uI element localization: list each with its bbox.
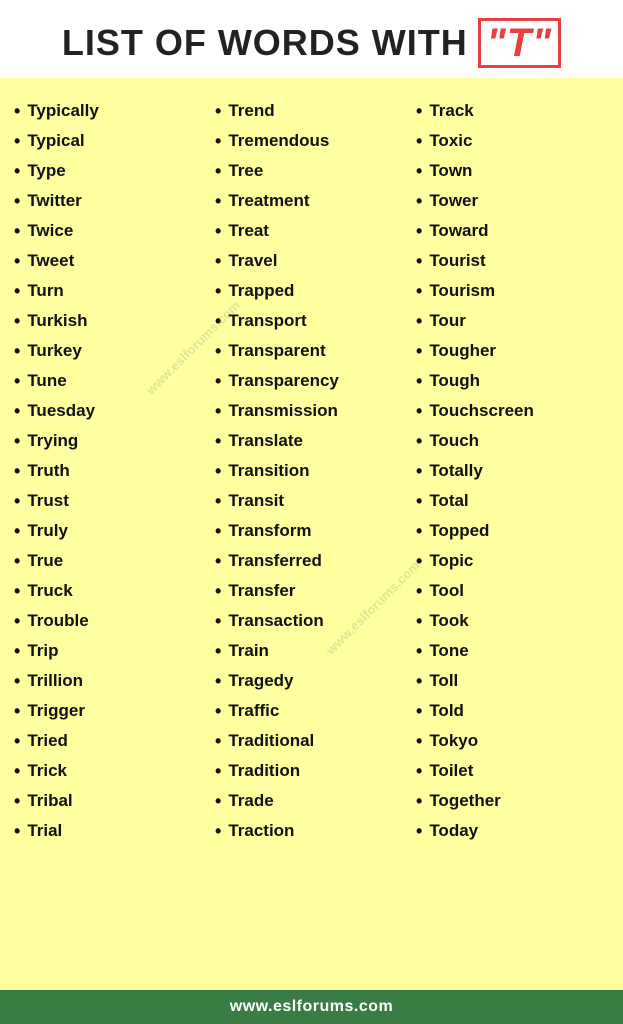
list-item: Trick: [14, 756, 207, 786]
list-item: Toward: [416, 216, 609, 246]
list-item: Track: [416, 96, 609, 126]
list-item: Twitter: [14, 186, 207, 216]
list-item: Tried: [14, 726, 207, 756]
list-item: Trying: [14, 426, 207, 456]
list-item: Touch: [416, 426, 609, 456]
list-item: Translate: [215, 426, 408, 456]
list-item: Tremendous: [215, 126, 408, 156]
word-columns: TypicallyTypicalTypeTwitterTwiceTweetTur…: [10, 96, 613, 846]
list-item: Totally: [416, 456, 609, 486]
list-item: Tone: [416, 636, 609, 666]
list-item: Tour: [416, 306, 609, 336]
list-item: Typical: [14, 126, 207, 156]
list-item: Toxic: [416, 126, 609, 156]
list-item: Traction: [215, 816, 408, 846]
list-item: Transition: [215, 456, 408, 486]
list-item: Toilet: [416, 756, 609, 786]
list-item: Trust: [14, 486, 207, 516]
page-header: LIST OF WORDS WITH "T": [0, 0, 623, 78]
footer: www.eslforums.com: [0, 990, 623, 1024]
list-item: Trend: [215, 96, 408, 126]
page-title: LIST OF WORDS WITH "T": [16, 18, 607, 68]
list-item: Topped: [416, 516, 609, 546]
word-list-2: TrendTremendousTreeTreatmentTreatTravelT…: [215, 96, 408, 846]
list-item: Truth: [14, 456, 207, 486]
list-item: Transmission: [215, 396, 408, 426]
list-item: Tree: [215, 156, 408, 186]
list-item: Traffic: [215, 696, 408, 726]
list-item: Tweet: [14, 246, 207, 276]
list-item: Treatment: [215, 186, 408, 216]
list-item: Told: [416, 696, 609, 726]
word-list-3: TrackToxicTownTowerTowardTouristTourismT…: [416, 96, 609, 846]
list-item: Twice: [14, 216, 207, 246]
list-item: Treat: [215, 216, 408, 246]
list-item: Transit: [215, 486, 408, 516]
list-item: Train: [215, 636, 408, 666]
footer-text: www.eslforums.com: [230, 998, 394, 1015]
list-item: True: [14, 546, 207, 576]
list-item: Tourism: [416, 276, 609, 306]
title-highlight: "T": [478, 18, 561, 68]
page-wrapper: LIST OF WORDS WITH "T" www.eslforums.com…: [0, 0, 623, 1024]
list-item: Tradition: [215, 756, 408, 786]
list-item: Tribal: [14, 786, 207, 816]
column-3: TrackToxicTownTowerTowardTouristTourismT…: [412, 96, 613, 846]
list-item: Trouble: [14, 606, 207, 636]
list-item: Tourist: [416, 246, 609, 276]
list-item: Tuesday: [14, 396, 207, 426]
title-prefix: LIST OF WORDS WITH: [62, 22, 468, 64]
list-item: Transferred: [215, 546, 408, 576]
list-item: Touchscreen: [416, 396, 609, 426]
list-item: Transaction: [215, 606, 408, 636]
list-item: Type: [14, 156, 207, 186]
list-item: Toll: [416, 666, 609, 696]
list-item: Travel: [215, 246, 408, 276]
list-item: Took: [416, 606, 609, 636]
list-item: Tragedy: [215, 666, 408, 696]
list-item: Truck: [14, 576, 207, 606]
list-item: Truly: [14, 516, 207, 546]
list-item: Tokyo: [416, 726, 609, 756]
list-item: Trade: [215, 786, 408, 816]
list-item: Tough: [416, 366, 609, 396]
list-item: Trapped: [215, 276, 408, 306]
list-item: Turn: [14, 276, 207, 306]
column-2: TrendTremendousTreeTreatmentTreatTravelT…: [211, 96, 412, 846]
list-item: Transfer: [215, 576, 408, 606]
list-item: Tool: [416, 576, 609, 606]
list-item: Trial: [14, 816, 207, 846]
column-1: TypicallyTypicalTypeTwitterTwiceTweetTur…: [10, 96, 211, 846]
list-item: Trillion: [14, 666, 207, 696]
list-item: Tune: [14, 366, 207, 396]
word-list-1: TypicallyTypicalTypeTwitterTwiceTweetTur…: [14, 96, 207, 846]
list-item: Tougher: [416, 336, 609, 366]
main-content: www.eslforums.com www.eslforums.com Typi…: [0, 78, 623, 990]
list-item: Transport: [215, 306, 408, 336]
list-item: Transparent: [215, 336, 408, 366]
list-item: Turkey: [14, 336, 207, 366]
list-item: Transparency: [215, 366, 408, 396]
list-item: Turkish: [14, 306, 207, 336]
list-item: Transform: [215, 516, 408, 546]
list-item: Today: [416, 816, 609, 846]
list-item: Tower: [416, 186, 609, 216]
list-item: Town: [416, 156, 609, 186]
list-item: Typically: [14, 96, 207, 126]
list-item: Total: [416, 486, 609, 516]
list-item: Topic: [416, 546, 609, 576]
list-item: Trip: [14, 636, 207, 666]
list-item: Trigger: [14, 696, 207, 726]
list-item: Traditional: [215, 726, 408, 756]
list-item: Together: [416, 786, 609, 816]
